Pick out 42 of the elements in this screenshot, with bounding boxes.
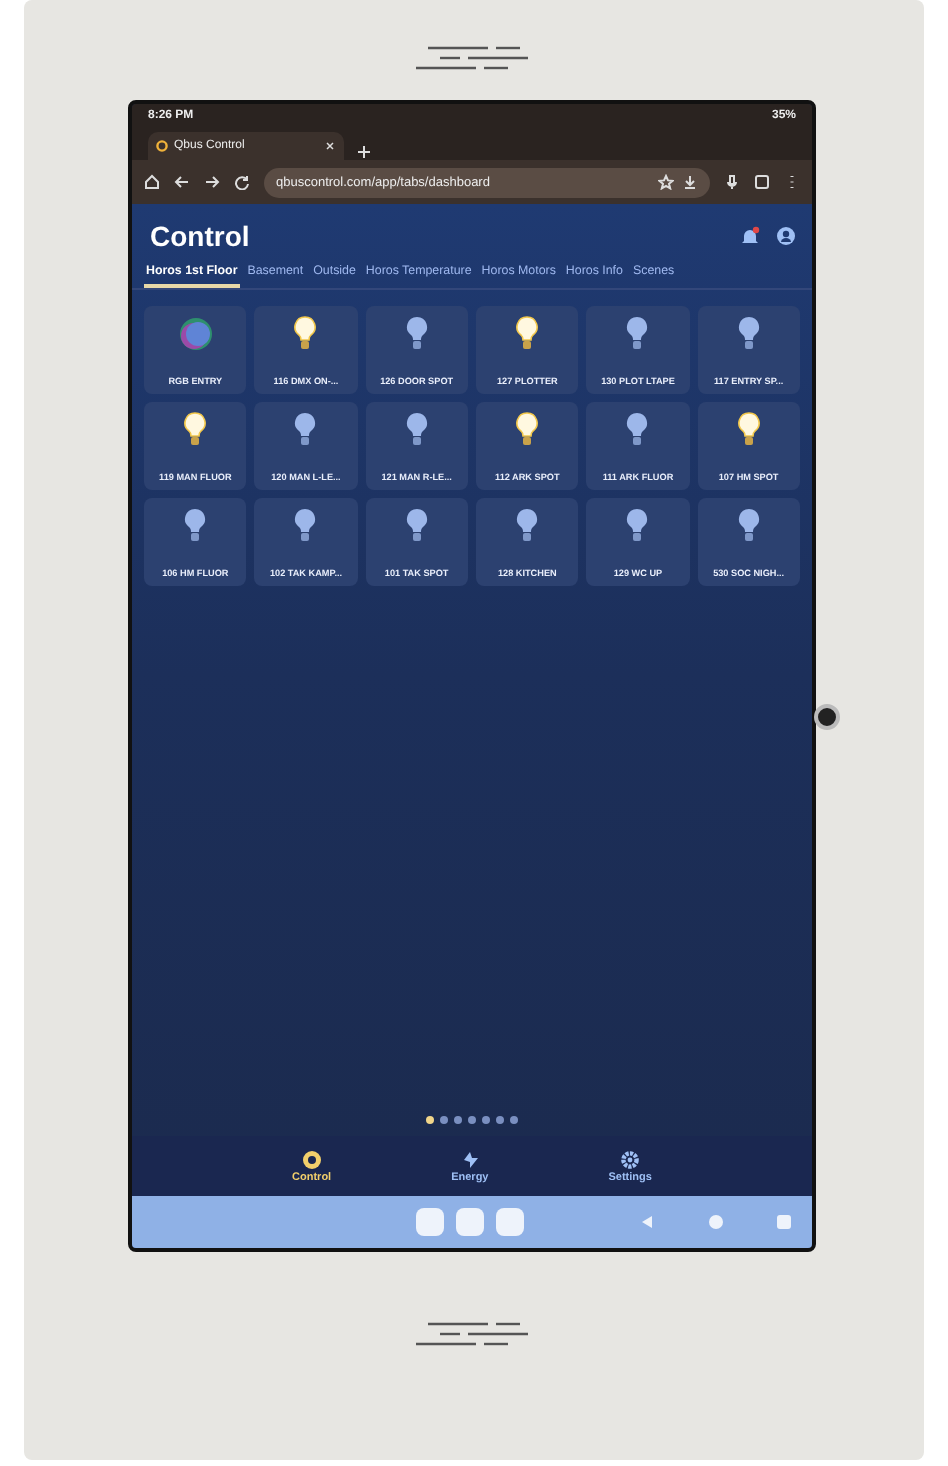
light-bulb-icon	[405, 412, 428, 448]
page-dot[interactable]	[426, 1116, 434, 1124]
page-dot[interactable]	[496, 1116, 504, 1124]
light-bulb-icon	[737, 316, 760, 352]
light-bulb-icon	[516, 316, 539, 352]
reload-icon[interactable]	[234, 174, 250, 190]
light-bulb-icon	[516, 412, 539, 448]
back-icon[interactable]	[174, 174, 190, 190]
light-bulb-icon	[184, 508, 207, 544]
close-icon[interactable]	[324, 140, 336, 152]
power-icon	[301, 1149, 322, 1169]
page-dot[interactable]	[454, 1116, 462, 1124]
bell-icon[interactable]	[740, 226, 760, 246]
site-icon	[156, 140, 168, 152]
page-dot[interactable]	[510, 1116, 518, 1124]
home-icon[interactable]	[144, 174, 160, 190]
user-icon[interactable]	[776, 226, 796, 246]
light-bulb-icon	[516, 508, 539, 544]
page-dot[interactable]	[482, 1116, 490, 1124]
plus-icon[interactable]	[356, 144, 372, 160]
microphone-icon[interactable]	[724, 174, 740, 190]
light-bulb-icon	[626, 316, 649, 352]
tabs-icon[interactable]	[754, 174, 770, 190]
page-title: Control	[150, 220, 250, 252]
light-bulb-icon	[626, 508, 649, 544]
page-dot[interactable]	[440, 1116, 448, 1124]
color-wheel-icon	[177, 316, 214, 352]
light-bulb-icon	[405, 316, 428, 352]
light-bulb-icon	[294, 412, 317, 448]
download-icon[interactable]	[682, 174, 698, 190]
light-bulb-icon	[294, 508, 317, 544]
page-dot[interactable]	[468, 1116, 476, 1124]
light-bulb-icon	[737, 508, 760, 544]
settings-icon	[620, 1149, 641, 1169]
light-bulb-icon	[737, 412, 760, 448]
light-bulb-icon	[626, 412, 649, 448]
camera-lens	[814, 704, 840, 730]
light-bulb-icon	[405, 508, 428, 544]
light-bulb-icon	[184, 412, 207, 448]
star-icon[interactable]	[658, 174, 674, 190]
light-bulb-icon	[294, 316, 317, 352]
forward-icon[interactable]	[204, 174, 220, 190]
